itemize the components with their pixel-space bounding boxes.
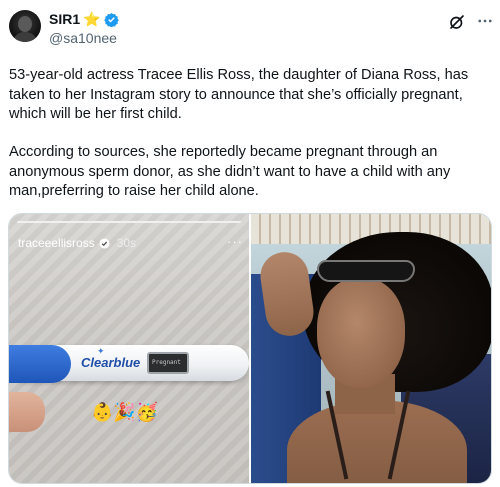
story-more-icon: ··· <box>227 234 243 249</box>
test-brand: Clearblue <box>81 355 141 370</box>
verified-badge-icon <box>103 12 119 27</box>
more-options-icon[interactable] <box>476 12 494 30</box>
media-grid: traceeellisross 30s ··· ✦ Clearblue Preg… <box>8 213 492 484</box>
avatar[interactable] <box>9 10 41 42</box>
selfie-image[interactable] <box>251 214 491 483</box>
tweet: SIR1 ⭐ @sa10nee 53-year-old actress Trac… <box>0 0 500 487</box>
test-result-window: Pregnant <box>147 352 189 374</box>
star-icon: ⭐ <box>83 11 101 27</box>
display-name[interactable]: SIR1 <box>49 11 80 27</box>
handle[interactable]: @sa10nee <box>49 30 117 46</box>
test-result-text: Pregnant <box>152 359 181 366</box>
pregnancy-test-story-image[interactable]: traceeellisross 30s ··· ✦ Clearblue Preg… <box>9 214 249 483</box>
story-time: 30s <box>116 236 137 250</box>
face <box>317 278 405 388</box>
pregnancy-test-cap <box>9 345 71 383</box>
story-verified-icon <box>99 237 110 249</box>
sunglasses <box>317 260 415 282</box>
story-username: traceeellisross <box>18 236 95 250</box>
story-emojis: 👶🎉🥳 <box>91 402 159 422</box>
story-header: traceeellisross 30s <box>18 236 136 250</box>
tweet-text-paragraph-2: According to sources, she reportedly bec… <box>9 144 451 199</box>
finger <box>9 392 45 432</box>
tweet-text-paragraph-1: 53-year-old actress Tracee Ellis Ross, t… <box>9 67 469 122</box>
author-row: SIR1 ⭐ <box>49 11 119 27</box>
story-progress-bar <box>17 221 241 223</box>
grok-icon[interactable] <box>448 13 466 31</box>
